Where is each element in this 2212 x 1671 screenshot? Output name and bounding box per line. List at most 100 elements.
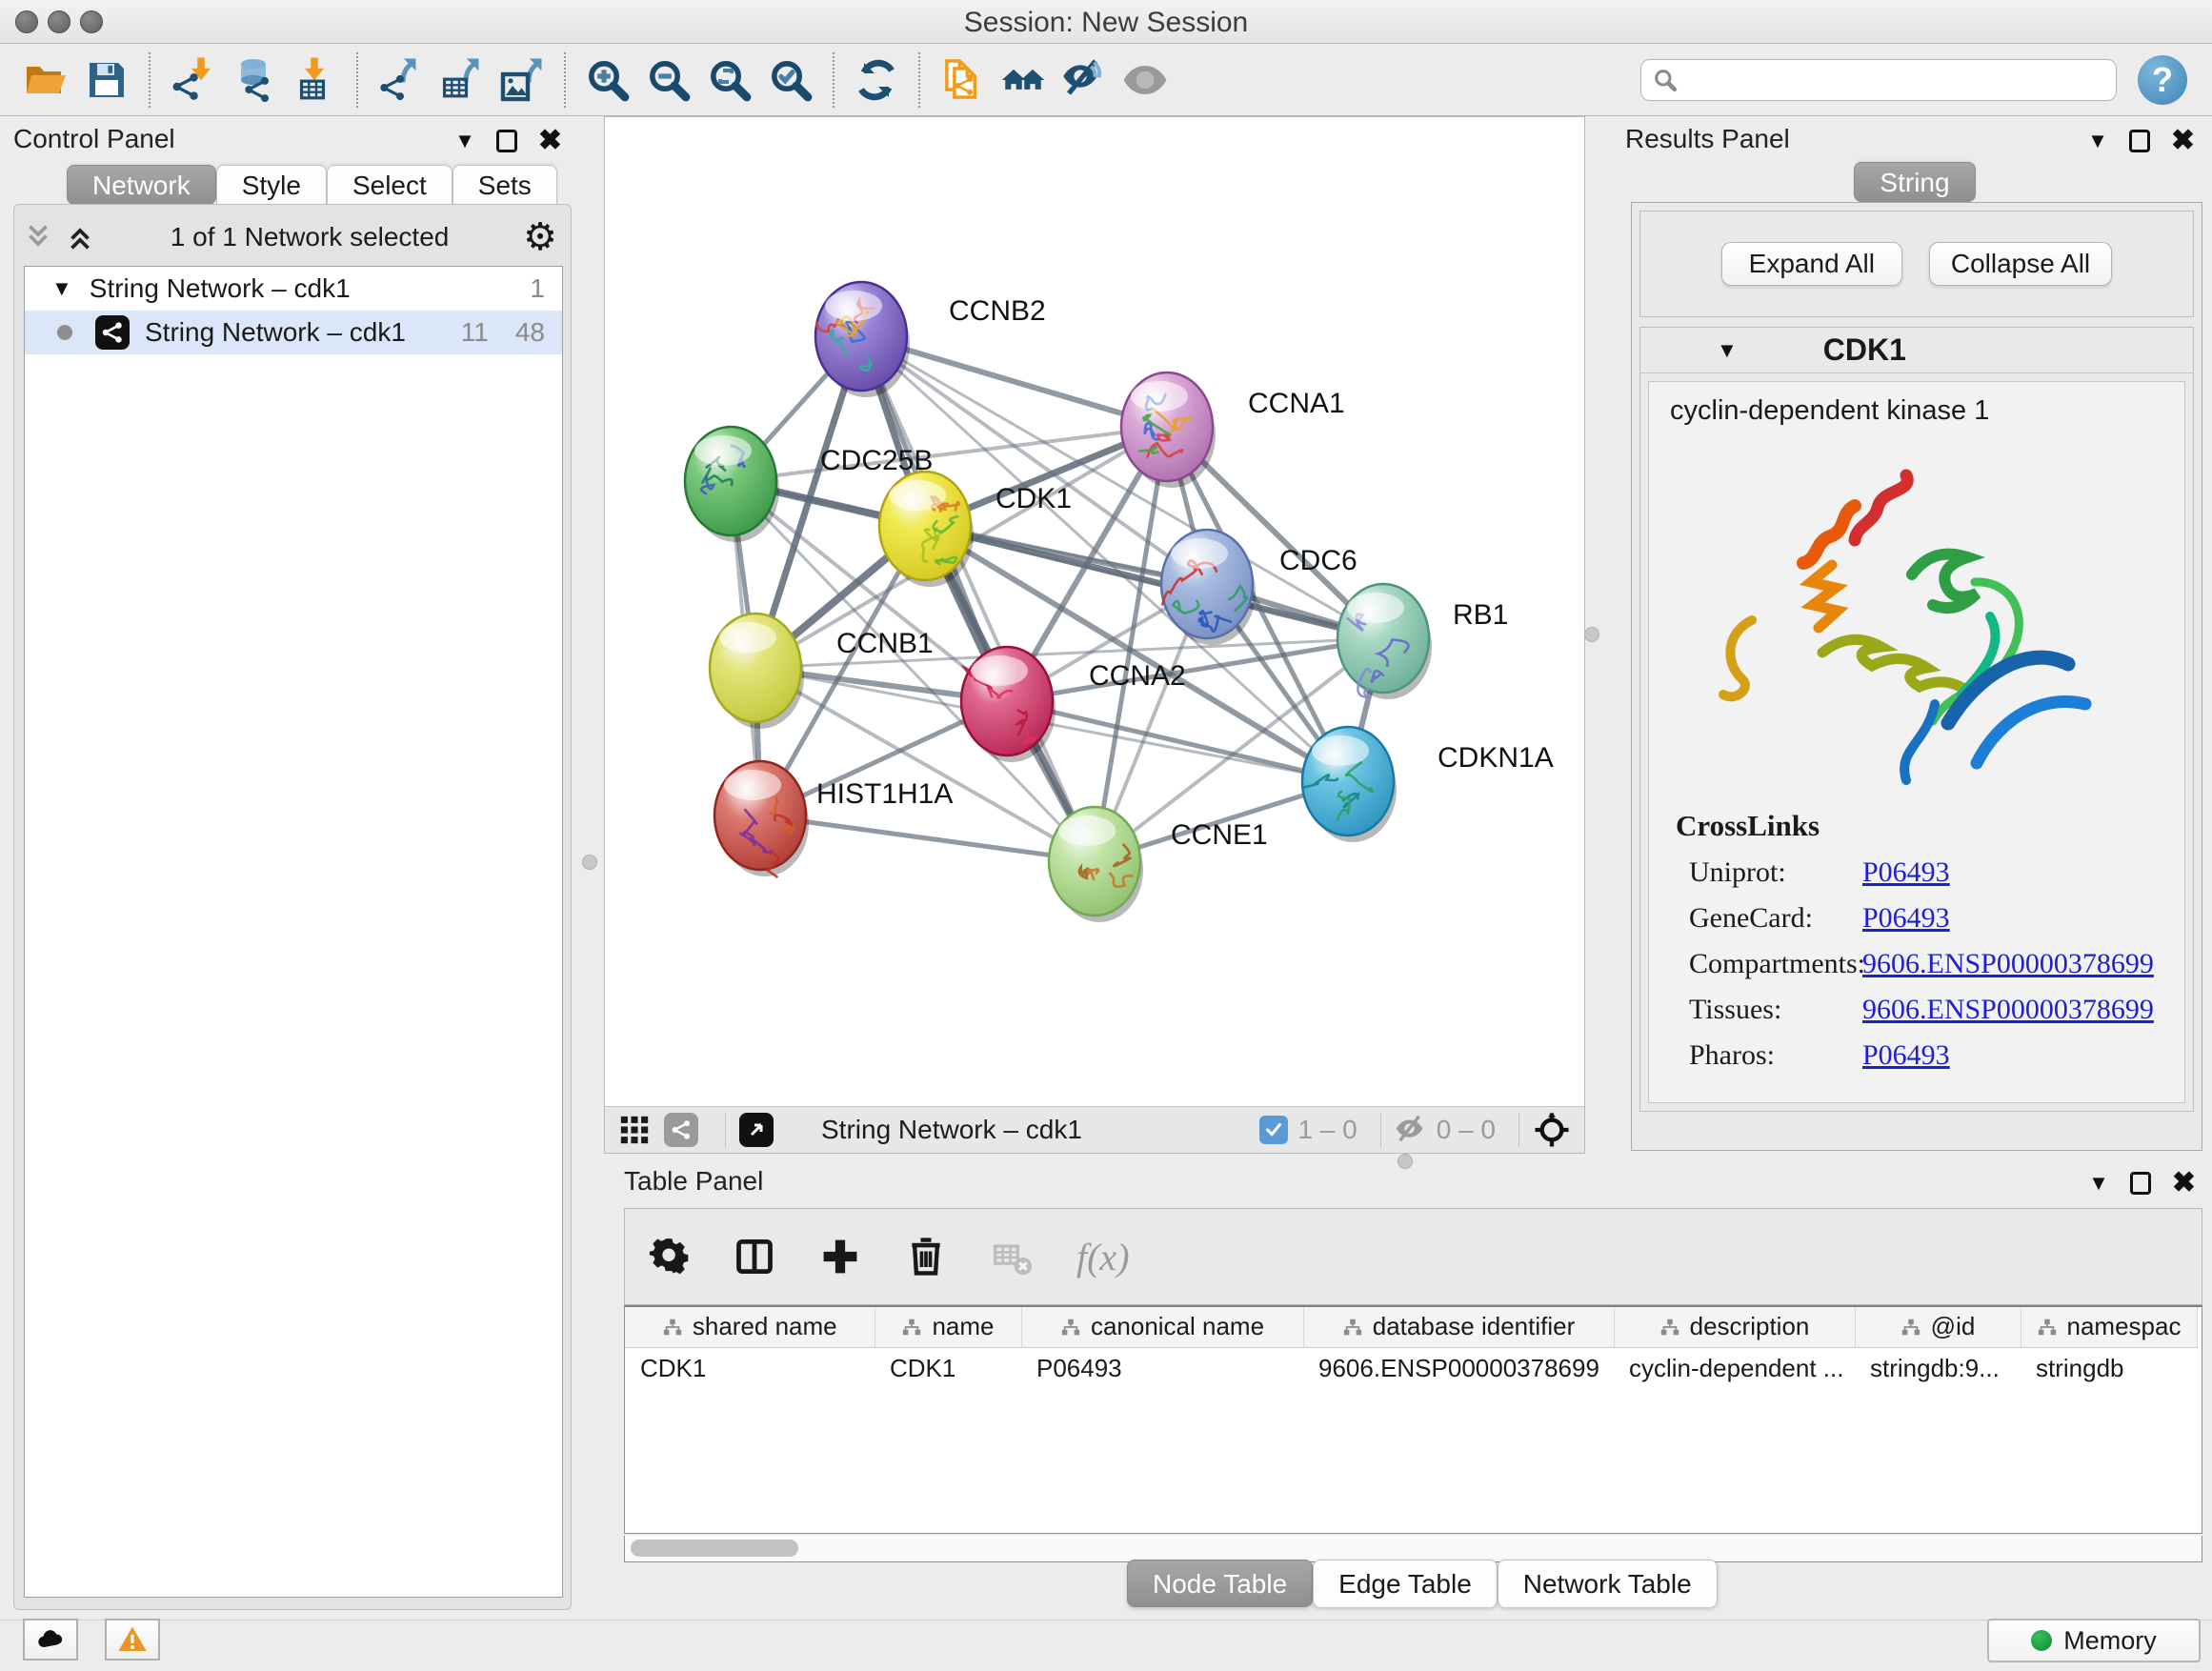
panel-close-icon[interactable]: ✖ bbox=[538, 127, 562, 155]
apply-layout-button[interactable] bbox=[846, 50, 907, 111]
panel-menu-caret-icon[interactable]: ▼ bbox=[2087, 129, 2108, 153]
crosslink-link[interactable]: P06493 bbox=[1862, 902, 1950, 934]
table-cell[interactable]: CDK1 bbox=[625, 1347, 875, 1389]
table-row[interactable]: CDK1CDK1P064939606.ENSP00000378699cyclin… bbox=[625, 1347, 2197, 1389]
zoom-in-button[interactable] bbox=[577, 50, 638, 111]
crosslink-link[interactable]: 9606.ENSP00000378699 bbox=[1862, 994, 2154, 1025]
import-table-button[interactable] bbox=[284, 50, 345, 111]
import-network-from-database-button[interactable] bbox=[223, 50, 284, 111]
network-edge[interactable] bbox=[925, 526, 1383, 638]
network-node-CDC25B[interactable] bbox=[685, 427, 779, 542]
bottom-splitter-handle[interactable] bbox=[1398, 1154, 1413, 1169]
birdseye-view-button[interactable] bbox=[739, 1113, 774, 1147]
export-image-button[interactable] bbox=[492, 50, 553, 111]
column-header-description[interactable]: description bbox=[1614, 1307, 1855, 1347]
delete-column-trash-icon[interactable] bbox=[905, 1236, 947, 1278]
network-collection-row[interactable]: ▼ String Network – cdk1 1 bbox=[25, 267, 562, 311]
crosslink-link[interactable]: 9606.ENSP00000378699 bbox=[1862, 948, 2154, 979]
toolbar-search-field[interactable] bbox=[1640, 59, 2117, 101]
column-header-database-identifier[interactable]: database identifier bbox=[1303, 1307, 1614, 1347]
left-splitter-handle[interactable] bbox=[582, 855, 597, 870]
zoom-out-button[interactable] bbox=[638, 50, 699, 111]
crosslink-link[interactable]: P06493 bbox=[1862, 1039, 1950, 1071]
network-edge[interactable] bbox=[760, 815, 1095, 861]
network-node-CDK1[interactable] bbox=[879, 472, 974, 587]
export-network-button[interactable] bbox=[370, 50, 431, 111]
search-input[interactable] bbox=[1687, 66, 2104, 95]
show-all-button[interactable] bbox=[1115, 50, 1176, 111]
open-session-button[interactable] bbox=[15, 50, 76, 111]
right-splitter-handle[interactable] bbox=[1584, 627, 1599, 642]
first-neighbors-button[interactable] bbox=[993, 50, 1054, 111]
table-cell[interactable]: cyclin-dependent ... bbox=[1614, 1347, 1855, 1389]
collection-caret-icon[interactable]: ▼ bbox=[51, 276, 72, 301]
network-node-CCNA2[interactable] bbox=[961, 647, 1056, 762]
network-node-RB1[interactable] bbox=[1337, 584, 1432, 699]
scrollbar-thumb[interactable] bbox=[631, 1540, 798, 1557]
cloud-status-button[interactable] bbox=[23, 1619, 78, 1661]
hide-selected-button[interactable] bbox=[1054, 50, 1115, 111]
network-node-CCNA1[interactable] bbox=[1121, 372, 1216, 488]
panel-float-icon[interactable] bbox=[496, 130, 517, 152]
tab-string[interactable]: String bbox=[1854, 162, 1975, 202]
gene-caret-icon[interactable]: ▼ bbox=[1717, 338, 1738, 363]
zoom-selected-button[interactable] bbox=[760, 50, 821, 111]
tab-select[interactable]: Select bbox=[327, 165, 452, 205]
network-options-gear-icon[interactable]: ⚙ bbox=[523, 218, 557, 256]
control-panel-tabs: Network Style Select Sets bbox=[67, 165, 557, 205]
help-button[interactable]: ? bbox=[2138, 55, 2187, 105]
column-header-namespac[interactable]: namespac bbox=[2021, 1307, 2197, 1347]
tab-node-table[interactable]: Node Table bbox=[1127, 1560, 1313, 1607]
column-header--id[interactable]: @id bbox=[1855, 1307, 2021, 1347]
panel-float-icon[interactable] bbox=[2130, 1172, 2151, 1195]
panel-menu-caret-icon[interactable]: ▼ bbox=[2088, 1171, 2109, 1196]
tab-style[interactable]: Style bbox=[216, 165, 327, 205]
warnings-button[interactable] bbox=[105, 1619, 160, 1661]
expand-all-chevron-icon[interactable] bbox=[64, 221, 96, 253]
column-header-shared-name[interactable]: shared name bbox=[625, 1307, 875, 1347]
add-column-plus-icon[interactable] bbox=[819, 1236, 861, 1278]
panel-close-icon[interactable]: ✖ bbox=[2172, 1169, 2196, 1198]
network-node-CDC6[interactable] bbox=[1161, 530, 1256, 645]
export-table-button[interactable] bbox=[431, 50, 492, 111]
tab-sets[interactable]: Sets bbox=[452, 165, 557, 205]
fit-content-icon bbox=[707, 57, 753, 103]
table-cell[interactable]: P06493 bbox=[1021, 1347, 1303, 1389]
selected-checkbox-icon[interactable] bbox=[1259, 1116, 1288, 1144]
crosshair-icon[interactable] bbox=[1533, 1111, 1571, 1149]
table-options-gear-icon[interactable] bbox=[648, 1236, 690, 1278]
column-header-name[interactable]: name bbox=[875, 1307, 1021, 1347]
network-node-CCNB1[interactable] bbox=[710, 614, 804, 729]
crosslink-link[interactable]: P06493 bbox=[1862, 856, 1950, 888]
gene-section-header[interactable]: ▼ CDK1 bbox=[1640, 328, 2193, 373]
network-node-CDKN1A[interactable] bbox=[1302, 727, 1397, 842]
column-header-canonical-name[interactable]: canonical name bbox=[1021, 1307, 1303, 1347]
table-cell[interactable]: stringdb bbox=[2021, 1347, 2197, 1389]
network-node-CCNE1[interactable] bbox=[1049, 807, 1143, 922]
network-node-HIST1H1A[interactable] bbox=[714, 761, 809, 876]
network-canvas[interactable]: CCNB2CCNA1CDC25BCDK1CDC6RB1CCNB1CCNA2CDK… bbox=[605, 117, 1584, 1106]
import-network-button[interactable] bbox=[162, 50, 223, 111]
fit-content-button[interactable] bbox=[699, 50, 760, 111]
memory-button[interactable]: Memory bbox=[1987, 1619, 2201, 1662]
table-cell[interactable]: 9606.ENSP00000378699 bbox=[1303, 1347, 1614, 1389]
table-cell[interactable]: stringdb:9... bbox=[1855, 1347, 2021, 1389]
panel-float-icon[interactable] bbox=[2129, 130, 2150, 152]
collapse-all-button[interactable]: Collapse All bbox=[1929, 242, 2112, 286]
network-badge-button[interactable] bbox=[664, 1113, 698, 1147]
table-horizontal-scrollbar[interactable] bbox=[624, 1536, 2202, 1562]
tab-network-table[interactable]: Network Table bbox=[1498, 1560, 1718, 1607]
tab-edge-table[interactable]: Edge Table bbox=[1313, 1560, 1498, 1607]
save-session-button[interactable] bbox=[76, 50, 137, 111]
tab-network[interactable]: Network bbox=[67, 165, 216, 205]
show-columns-icon[interactable] bbox=[734, 1236, 775, 1278]
grid-view-button[interactable] bbox=[618, 1114, 651, 1146]
table-cell[interactable]: CDK1 bbox=[875, 1347, 1021, 1389]
panel-menu-caret-icon[interactable]: ▼ bbox=[454, 129, 475, 153]
clone-network-button[interactable] bbox=[932, 50, 993, 111]
network-row[interactable]: String Network – cdk1 11 48 bbox=[25, 311, 562, 354]
panel-close-icon[interactable]: ✖ bbox=[2171, 127, 2195, 155]
expand-all-button[interactable]: Expand All bbox=[1721, 242, 1902, 286]
collapse-all-chevron-icon[interactable] bbox=[22, 221, 54, 253]
network-node-CCNB2[interactable] bbox=[815, 282, 910, 397]
